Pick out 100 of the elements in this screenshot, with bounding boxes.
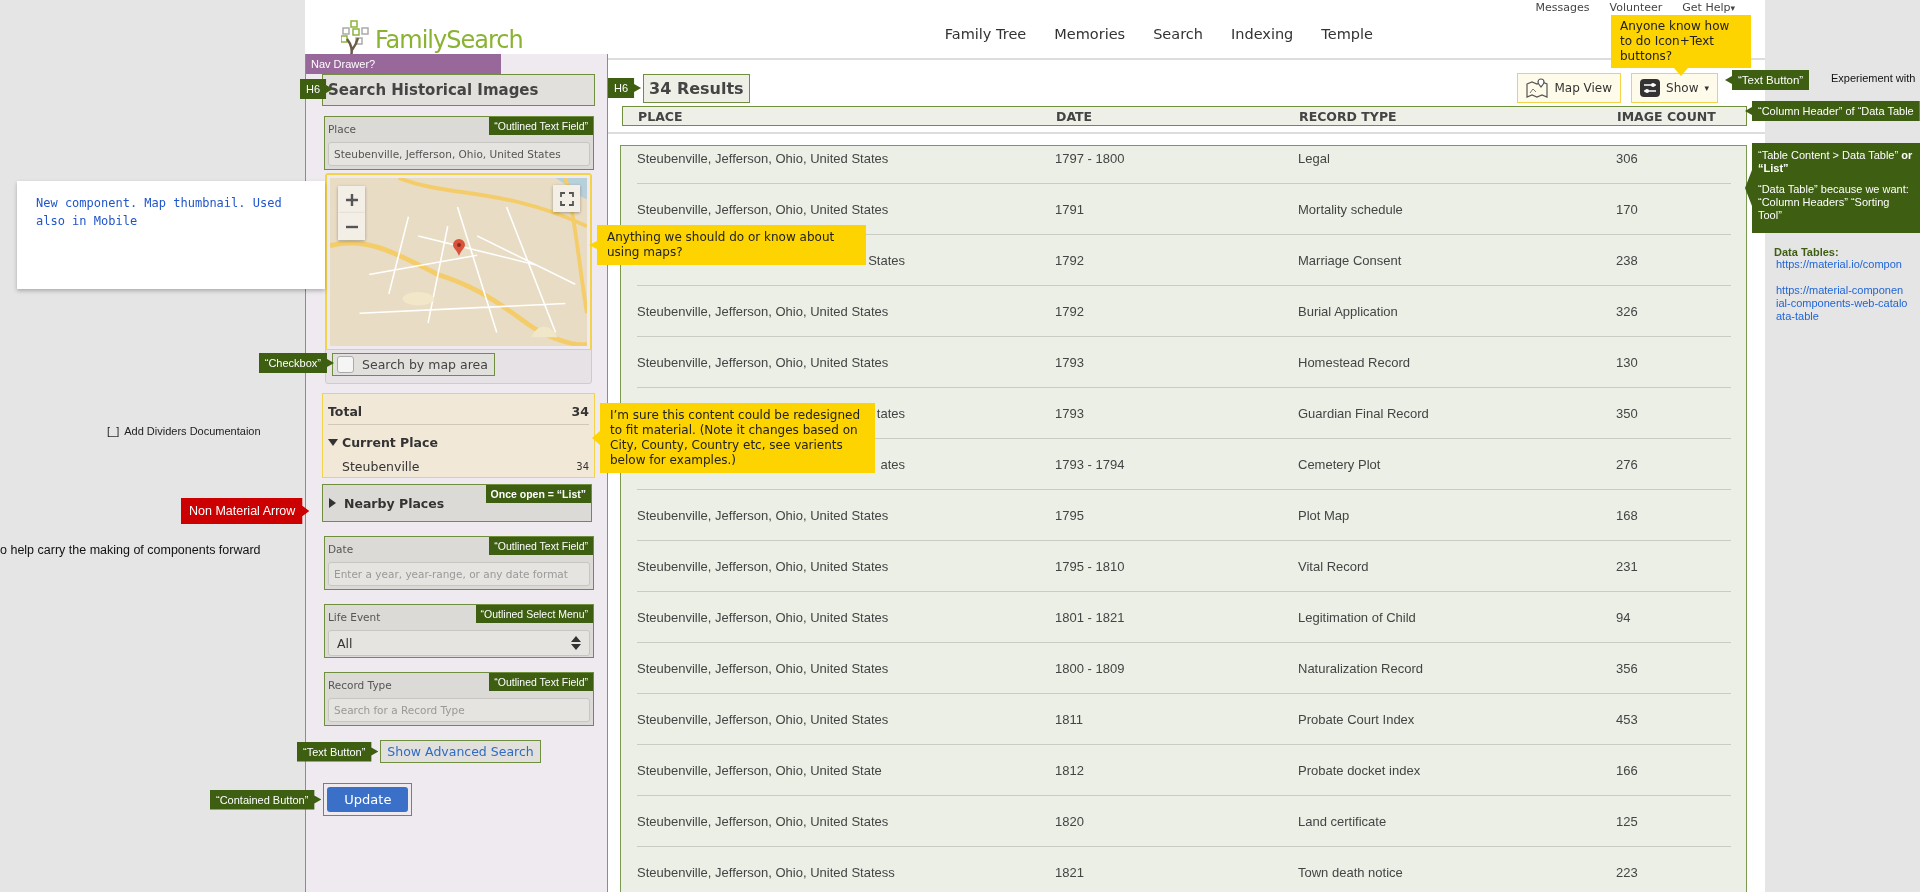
component-tag: “Text Button” [297,741,379,762]
section-label[interactable]: Current Place [342,434,438,450]
table-cell-text: 453 [1616,711,1639,727]
results-heading: 34 Results [643,73,750,103]
nav-link[interactable]: Indexing [1231,26,1294,58]
column-header[interactable]: DATE [1056,109,1299,124]
table-cell-text: Vital Record [1298,558,1370,574]
component-tag: “Checkbox” [258,353,334,373]
table-cell-text: 1820 [1055,813,1085,829]
place-input-field[interactable]: Steubenville, Jefferson, Ohio, United States [328,142,590,166]
field-label: Date [328,543,354,557]
nav-link[interactable]: Temple [1321,26,1373,58]
table-cell: Steubenville, Jefferson, Ohio, United States [637,813,889,829]
table-cell-text: 1797 - 1800 [1055,150,1126,166]
todo-checkbox-text: [_] [107,425,120,437]
column-header[interactable]: RECORD TYPE [1299,109,1617,124]
fullscreen-button[interactable] [553,185,580,212]
alert-label: Non Material Arrow [181,498,310,524]
column-header[interactable]: IMAGE COUNT [1617,109,1731,124]
table-cell-text: Mortality schedule [1298,201,1404,217]
component-tag: “Outlined Text Field” [489,537,593,555]
caret-icon[interactable] [328,438,338,446]
zoom-out-button[interactable] [338,213,365,240]
table-cell-text: 1795 [1055,507,1085,523]
component-tag: “Outlined Text Field” [489,117,593,135]
note-text: Experiement with [1831,72,1916,84]
table-cell-text: 1791 [1055,201,1085,217]
table-cell-text: 1795 - 1810 [1055,558,1126,574]
table-cell: Steubenville, Jefferson, Ohio, United States [637,660,889,676]
link[interactable]: https://material-componen [1776,284,1908,297]
table-cell-text: 1793 - 1794 [1055,456,1126,472]
table-cell-text: 1821 [1055,864,1085,880]
link[interactable]: ata-table [1776,310,1908,323]
table-cell-text: Cemetery Plot [1298,456,1382,472]
table-cell-text: Plot Map [1298,507,1351,523]
component-tag: “Contained Button” [210,789,322,810]
link[interactable]: ial-components-web-catalo [1776,297,1908,310]
table-cell: Steubenville, Jefferson, Ohio, United Statess [637,864,895,880]
table-cell-text: Marriage Consent [1298,252,1403,268]
search-by-map-area-checkbox[interactable]: Search by map area [332,353,495,376]
table-cell-text: 223 [1616,864,1639,880]
caret-icon[interactable] [329,498,336,508]
sliders-icon [1640,79,1661,97]
table-cell-text: Legal [1298,150,1331,166]
zoom-in-button[interactable] [338,186,365,213]
select-value: All [337,635,353,651]
update-button[interactable]: Update [327,787,409,812]
field-label: Place [328,123,356,137]
table-cell: Steubenville, Jefferson, Ohio, United States [637,201,889,217]
table-cell-text: Town death notice [1298,864,1404,880]
table-cell-text: 130 [1616,354,1639,370]
select-field[interactable]: All [328,630,590,656]
table-cell-text: 306 [1616,150,1639,166]
table-cell-text: Naturalization Record [1298,660,1424,676]
link[interactable]: https://material.io/compon [1776,258,1908,271]
table-cell-text: 1792 [1055,303,1085,319]
table-cell: Steubenville, Jefferson, Ohio, United States [637,354,889,370]
column-header[interactable]: PLACE [638,109,1056,124]
map-icon [1526,78,1549,98]
table-cell: Steubenville, Jefferson, Ohio, United States [637,303,889,319]
table-cell: Steubenville, Jefferson, Ohio, United States [637,609,889,625]
table-cell-text: Guardian Final Record [1298,405,1430,421]
table-cell-text: 125 [1616,813,1639,829]
component-tag: “Text Button” [1725,70,1810,90]
table-cell-text: 170 [1616,201,1639,217]
show-advanced-search-button[interactable]: Show Advanced Search [380,740,541,763]
callout: Anything we should do or know about using maps? [589,225,866,265]
field-label: Record Type [328,679,392,693]
note-text: o help carry the making of components forward [0,543,261,557]
table-cell: Steubenville, Jefferson, Ohio, United States [637,150,889,166]
table-cell: ates [880,456,905,472]
table-cell-text: Homestead Record [1298,354,1411,370]
show-button[interactable]: Show ▾ [1631,73,1718,103]
place-name[interactable]: Steubenville [342,458,420,474]
component-tag: “Column Header” of “Data Table [1745,101,1920,121]
table-cell-text: 1793 [1055,405,1085,421]
table-cell-text: 356 [1616,660,1639,676]
top-link[interactable]: Get Help▾ [1682,1,1735,14]
nav-link[interactable]: Search [1153,26,1203,58]
top-link[interactable]: Volunteer [1609,1,1663,14]
table-cell-text: Probate docket index [1298,762,1422,778]
field-label: Life Event [328,611,381,625]
section-label[interactable]: Nearby Places [344,495,445,511]
table-cell-text: 1812 [1055,762,1085,778]
sidebar-heading: Search Historical Images [322,74,595,106]
note-card: New component. Map thumbnail. Used also in Mobile [17,181,325,289]
table-cell-text: Burial Application [1298,303,1399,319]
table-cell-text: 1811 [1055,711,1084,727]
table-cell-text: 1792 [1055,252,1085,268]
nav-drawer-label: Nav Drawer? [306,54,501,74]
table-cell: States [868,252,905,268]
total-label: Total [328,403,363,419]
top-link[interactable]: Messages [1535,1,1590,14]
nav-link[interactable]: Family Tree [944,26,1027,58]
data-tables-title: Data Tables: [1774,246,1840,258]
table-cell-text: 1801 - 1821 [1055,609,1126,625]
map-view-button[interactable]: Map View [1517,73,1622,103]
table-cell: Steubenville, Jefferson, Ohio, United States [637,507,889,523]
nav-link[interactable]: Memories [1054,26,1126,58]
todo-text: Add Dividers Documentaion [124,425,261,437]
